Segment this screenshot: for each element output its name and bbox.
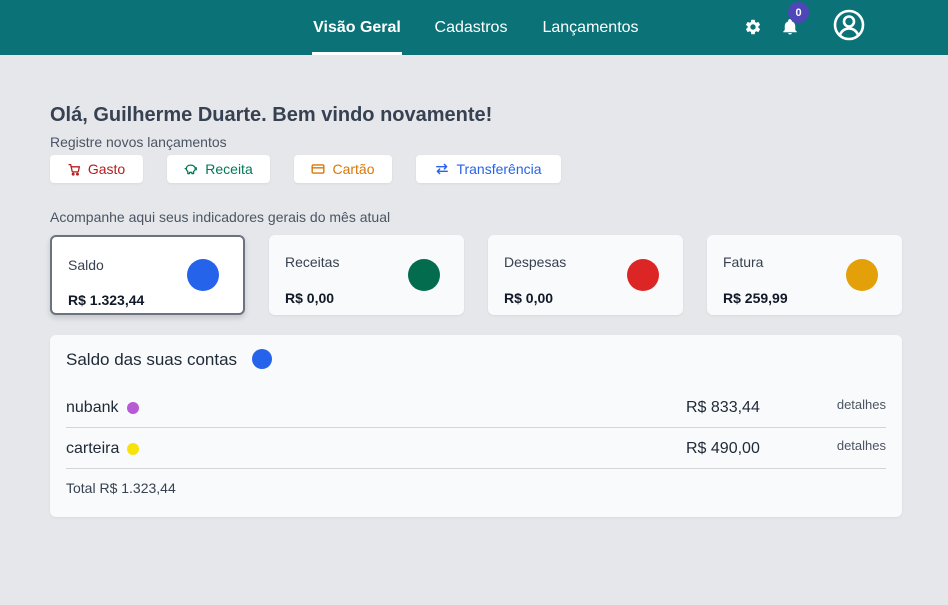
- add-expense-label: Gasto: [87, 161, 126, 177]
- card-label: Fatura: [723, 254, 764, 270]
- accounts-panel-title: Saldo das suas contas: [66, 350, 238, 369]
- add-transfer-label: Transferência: [456, 161, 542, 177]
- accounts-balance-panel: Saldo das suas contas nubank R$ 833,44 d…: [50, 335, 902, 517]
- card-color-dot: [627, 259, 659, 291]
- transfer-arrows-icon: [435, 163, 449, 175]
- top-navigation-bar: Visão Geral Cadastros Lançamentos 0: [0, 0, 948, 55]
- gear-icon[interactable]: [742, 16, 764, 38]
- accounts-color-dot: [252, 349, 272, 369]
- account-name-text: nubank: [66, 399, 119, 416]
- card-value: R$ 0,00: [504, 290, 554, 306]
- add-income-button[interactable]: Receita: [167, 155, 270, 183]
- balance-card[interactable]: Saldo R$ 1.323,44: [50, 235, 245, 315]
- tab-cadastros[interactable]: Cadastros: [433, 0, 509, 55]
- indicators-caption: Acompanhe aqui seus indicadores gerais d…: [50, 209, 391, 225]
- add-income-label: Receita: [205, 161, 253, 177]
- add-card-expense-button[interactable]: Cartão: [294, 155, 392, 183]
- account-details-link[interactable]: detalhes: [837, 438, 886, 453]
- account-color-dot: [126, 402, 139, 414]
- card-color-dot: [187, 259, 219, 291]
- card-value: R$ 1.323,44: [68, 292, 145, 308]
- account-name-text: carteira: [66, 440, 120, 457]
- user-circle-icon[interactable]: [832, 8, 866, 42]
- account-row: carteira R$ 490,00 detalhes: [66, 428, 886, 469]
- accounts-total: Total R$ 1.323,44: [66, 480, 176, 496]
- card-value: R$ 0,00: [285, 290, 335, 306]
- account-name: carteira: [66, 440, 140, 458]
- card-label: Receitas: [285, 254, 340, 270]
- expenses-card[interactable]: Despesas R$ 0,00: [488, 235, 683, 315]
- account-name: nubank: [66, 399, 139, 417]
- credit-card-icon: [311, 163, 326, 175]
- notification-count-badge: 0: [788, 2, 809, 23]
- tab-lancamentos[interactable]: Lançamentos: [540, 0, 641, 55]
- new-entries-caption: Registre novos lançamentos: [50, 134, 227, 150]
- account-color-dot: [127, 443, 140, 455]
- greeting-title: Olá, Guilherme Duarte. Bem vindo novamen…: [50, 104, 493, 126]
- account-row: nubank R$ 833,44 detalhes: [66, 387, 886, 428]
- card-color-dot: [846, 259, 878, 291]
- piggy-bank-icon: [184, 163, 198, 176]
- add-transfer-button[interactable]: Transferência: [416, 155, 561, 183]
- cart-icon: [68, 163, 81, 176]
- income-card[interactable]: Receitas R$ 0,00: [269, 235, 464, 315]
- card-color-dot: [408, 259, 440, 291]
- card-label: Saldo: [68, 257, 104, 273]
- card-value: R$ 259,99: [723, 290, 788, 306]
- account-amount: R$ 490,00: [686, 440, 760, 457]
- tab-visao-geral[interactable]: Visão Geral: [312, 0, 402, 55]
- card-label: Despesas: [504, 254, 567, 270]
- invoice-card[interactable]: Fatura R$ 259,99: [707, 235, 902, 315]
- account-details-link[interactable]: detalhes: [837, 397, 886, 412]
- add-expense-button[interactable]: Gasto: [50, 155, 143, 183]
- add-card-expense-label: Cartão: [332, 161, 375, 177]
- account-amount: R$ 833,44: [686, 399, 760, 416]
